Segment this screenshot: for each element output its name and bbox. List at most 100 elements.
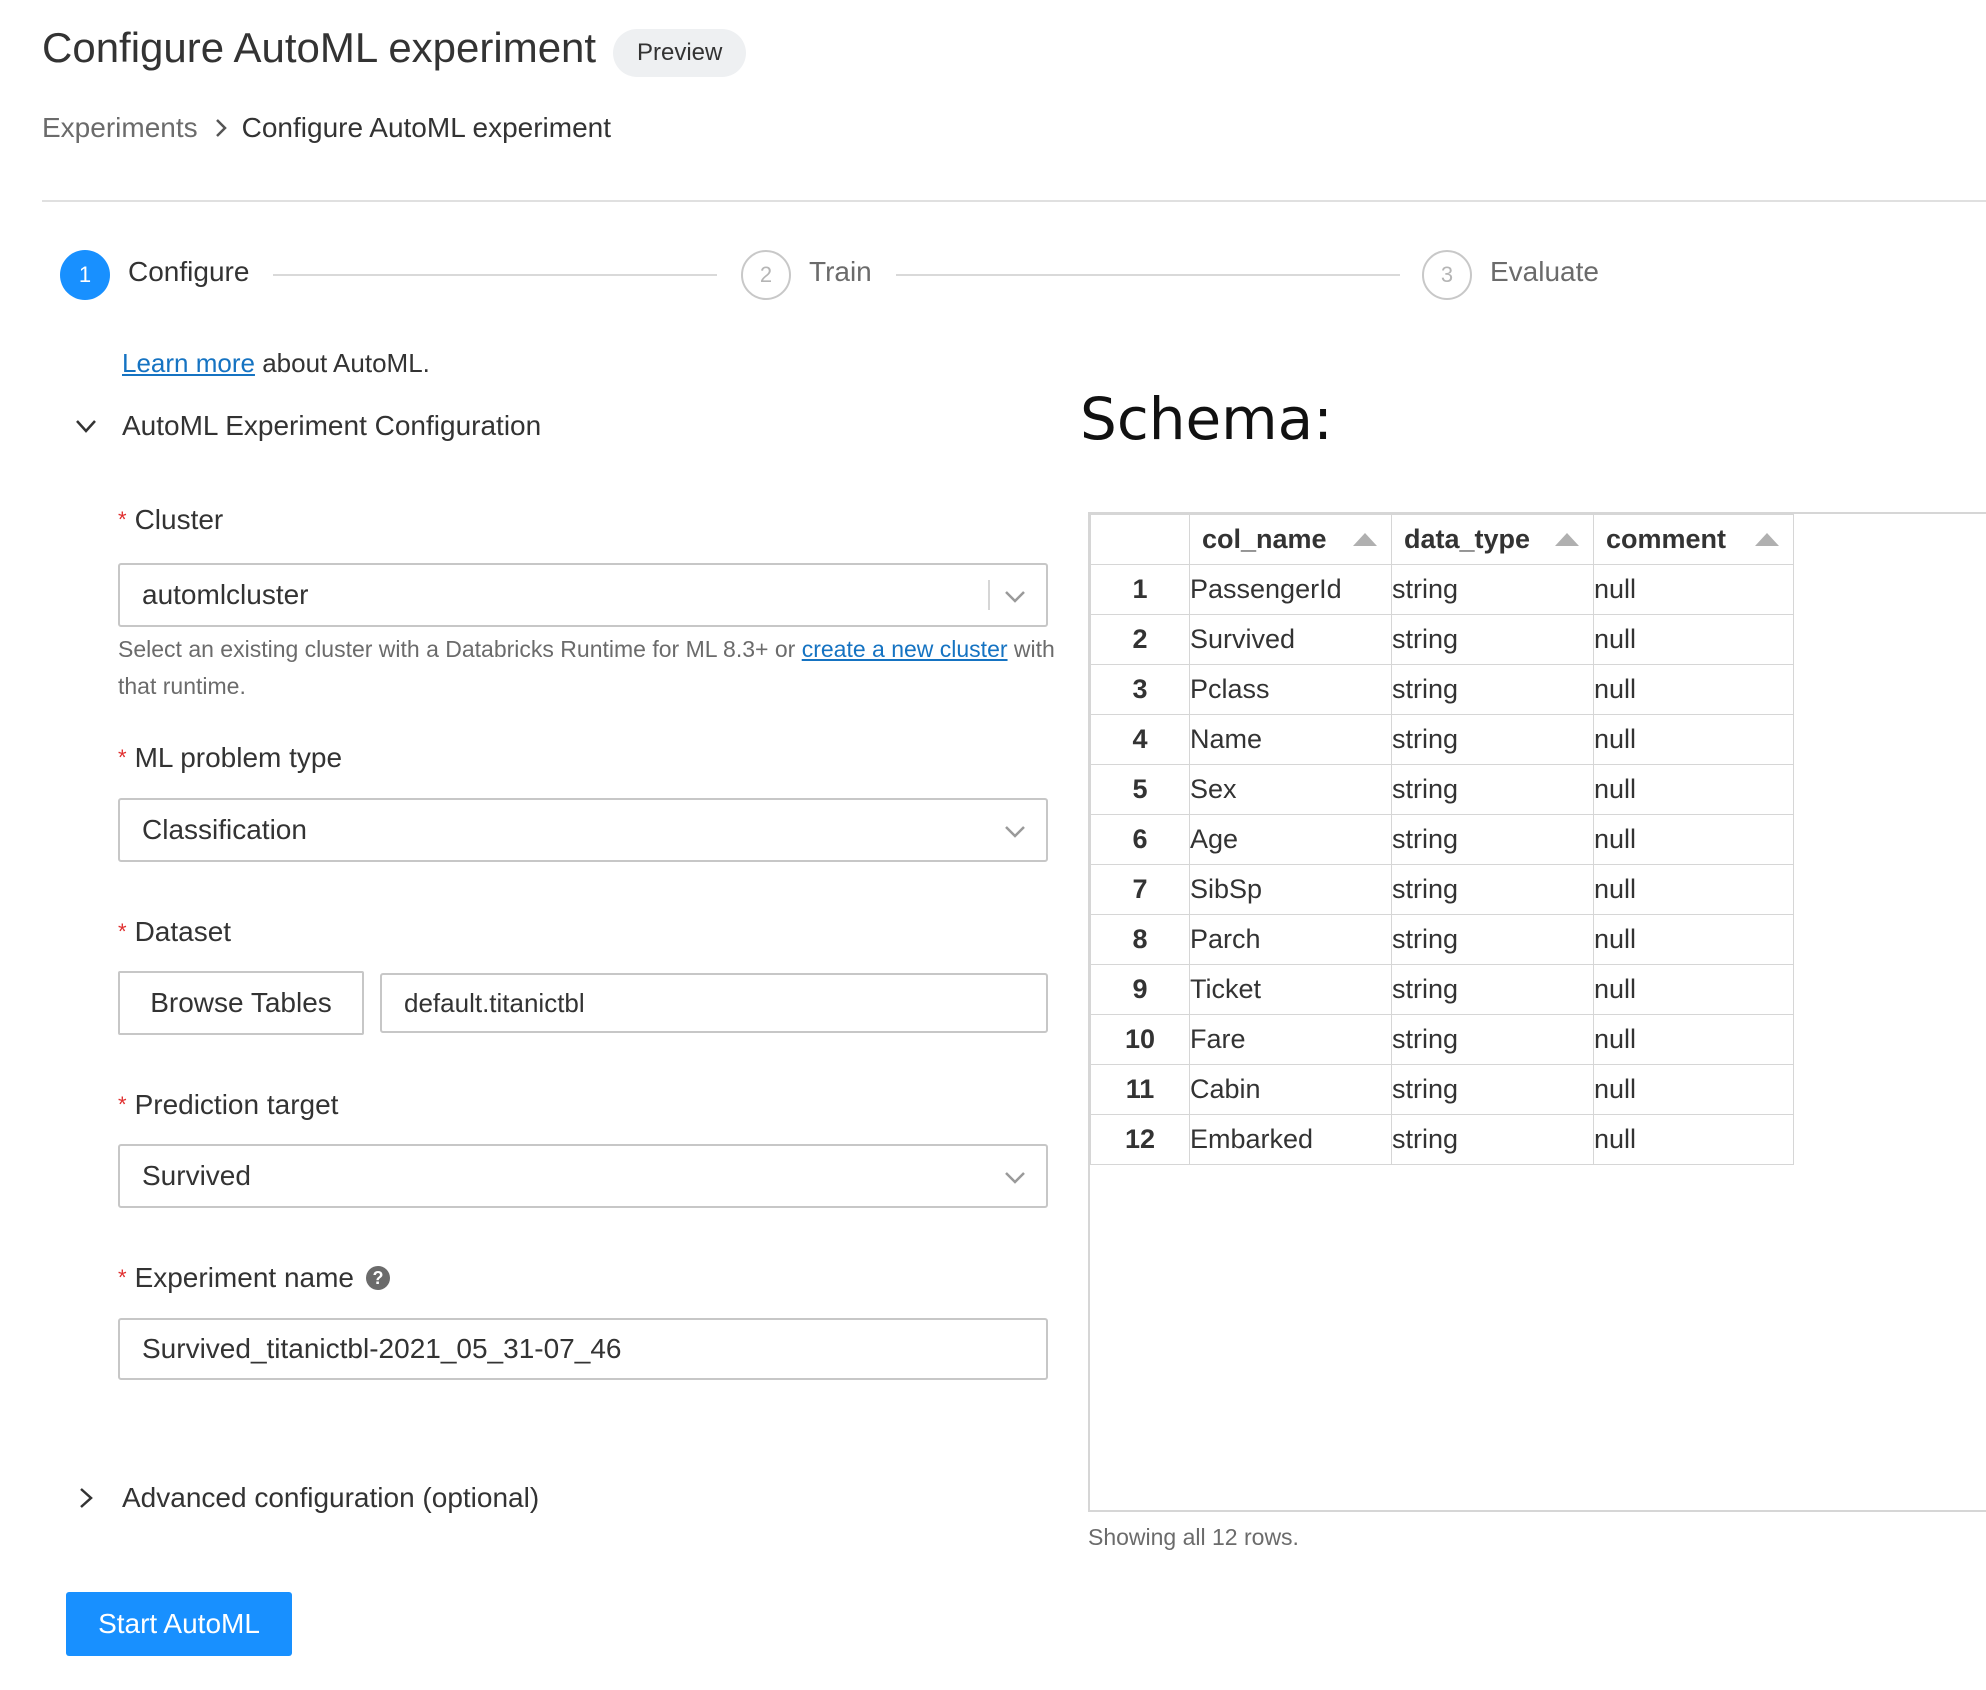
step-3-indicator: 3 (1422, 250, 1472, 300)
cell-rownum: 3 (1090, 664, 1190, 715)
prediction-target-select[interactable]: Survived (118, 1144, 1048, 1208)
column-header-col-name[interactable]: col_name (1189, 514, 1392, 565)
cell-comment: null (1593, 714, 1794, 765)
experiment-name-value: Survived_titanictbl-2021_05_31-07_46 (142, 1333, 622, 1364)
dropdown-separator (988, 580, 990, 610)
cell-rownum: 8 (1090, 914, 1190, 965)
cell-data-type: string (1391, 614, 1594, 665)
breadcrumb-experiments-link[interactable]: Experiments (42, 112, 198, 144)
rownum-header (1090, 514, 1190, 565)
cell-col-name: Embarked (1189, 1114, 1392, 1165)
browse-tables-button[interactable]: Browse Tables (118, 971, 364, 1035)
cell-col-name: Age (1189, 814, 1392, 865)
table-row: 1 PassengerId string null (1090, 564, 1794, 615)
table-row: 7 SibSp string null (1090, 864, 1794, 915)
table-row: 3 Pclass string null (1090, 664, 1794, 715)
cell-comment: null (1593, 664, 1794, 715)
cell-comment: null (1593, 1014, 1794, 1065)
cell-data-type: string (1391, 814, 1594, 865)
dataset-value: default.titanictbl (404, 987, 585, 1018)
chevron-down-icon (70, 410, 102, 442)
cluster-label: * Cluster (118, 504, 224, 535)
experiment-name-input[interactable]: Survived_titanictbl-2021_05_31-07_46 (118, 1318, 1048, 1380)
learn-more-text: Learn more about AutoML. (122, 348, 430, 379)
cell-data-type: string (1391, 714, 1594, 765)
cell-comment: null (1593, 814, 1794, 865)
cluster-value: automlcluster (142, 579, 309, 610)
table-row: 4 Name string null (1090, 714, 1794, 765)
column-header-comment[interactable]: comment (1593, 514, 1794, 565)
prediction-target-label: * Prediction target (118, 1089, 339, 1120)
sort-ascending-icon[interactable] (1755, 533, 1779, 546)
help-icon[interactable]: ? (366, 1266, 390, 1290)
cell-rownum: 9 (1090, 964, 1190, 1015)
cell-data-type: string (1391, 764, 1594, 815)
required-marker: * (118, 507, 127, 532)
cell-data-type: string (1391, 1014, 1594, 1065)
cell-col-name: Fare (1189, 1014, 1392, 1065)
cell-data-type: string (1391, 664, 1594, 715)
step-1-label: Configure (128, 256, 250, 287)
cell-data-type: string (1391, 1114, 1594, 1165)
table-row: 8 Parch string null (1090, 914, 1794, 965)
sort-ascending-icon[interactable] (1555, 533, 1579, 546)
required-marker: * (118, 919, 127, 944)
sort-ascending-icon[interactable] (1353, 533, 1377, 546)
page-title: Configure AutoML experiment (42, 24, 597, 71)
required-marker: * (118, 745, 127, 770)
cell-comment: null (1593, 614, 1794, 665)
cell-comment: null (1593, 864, 1794, 915)
cell-rownum: 2 (1090, 614, 1190, 665)
schema-header-row: col_name data_type comment (1090, 514, 1794, 565)
table-row: 10 Fare string null (1090, 1014, 1794, 1065)
table-row: 9 Ticket string null (1090, 964, 1794, 1015)
prediction-target-value: Survived (142, 1160, 251, 1191)
problem-type-label: * ML problem type (118, 742, 343, 773)
dataset-label: * Dataset (118, 916, 232, 947)
config-section-toggle[interactable]: AutoML Experiment Configuration (70, 410, 541, 442)
cell-rownum: 10 (1090, 1014, 1190, 1065)
cell-col-name: Name (1189, 714, 1392, 765)
problem-type-select[interactable]: Classification (118, 798, 1048, 862)
chevron-down-icon (1004, 814, 1026, 846)
preview-badge: Preview (613, 29, 747, 77)
table-row: 5 Sex string null (1090, 764, 1794, 815)
table-row: 6 Age string null (1090, 814, 1794, 865)
advanced-config-title: Advanced configuration (optional) (122, 1482, 540, 1513)
step-connector-2 (896, 274, 1400, 276)
cell-comment: null (1593, 1064, 1794, 1115)
step-2-label: Train (809, 256, 872, 287)
experiment-name-label: * Experiment name ? (118, 1262, 390, 1294)
cluster-dropdown-toggle[interactable] (988, 579, 1026, 611)
cell-col-name: Ticket (1189, 964, 1392, 1015)
learn-more-link[interactable]: Learn more (122, 348, 255, 378)
cell-col-name: PassengerId (1189, 564, 1392, 615)
cell-col-name: Survived (1189, 614, 1392, 665)
schema-title: Schema: (1080, 385, 1333, 453)
cell-data-type: string (1391, 864, 1594, 915)
cell-comment: null (1593, 764, 1794, 815)
chevron-down-icon (1004, 1160, 1026, 1192)
chevron-right-icon (214, 117, 228, 139)
cell-col-name: Cabin (1189, 1064, 1392, 1115)
column-header-data-type[interactable]: data_type (1391, 514, 1594, 565)
cell-col-name: Pclass (1189, 664, 1392, 715)
cell-col-name: Sex (1189, 764, 1392, 815)
start-automl-button[interactable]: Start AutoML (66, 1592, 292, 1656)
create-cluster-link[interactable]: create a new cluster (802, 636, 1008, 662)
cell-comment: null (1593, 914, 1794, 965)
advanced-config-toggle[interactable]: Advanced configuration (optional) (70, 1482, 539, 1514)
cell-rownum: 6 (1090, 814, 1190, 865)
chevron-right-icon (70, 1482, 102, 1514)
dataset-input[interactable]: default.titanictbl (380, 973, 1048, 1033)
cell-data-type: string (1391, 1064, 1594, 1115)
cell-rownum: 1 (1090, 564, 1190, 615)
step-3-label: Evaluate (1490, 256, 1599, 287)
cell-data-type: string (1391, 564, 1594, 615)
required-marker: * (118, 1092, 127, 1117)
cell-col-name: Parch (1189, 914, 1392, 965)
chevron-down-icon (1004, 579, 1026, 611)
schema-grid: col_name data_type comment 1 PassengerId s… (1088, 512, 1986, 1512)
cell-rownum: 4 (1090, 714, 1190, 765)
cluster-select[interactable]: automlcluster (118, 563, 1048, 627)
